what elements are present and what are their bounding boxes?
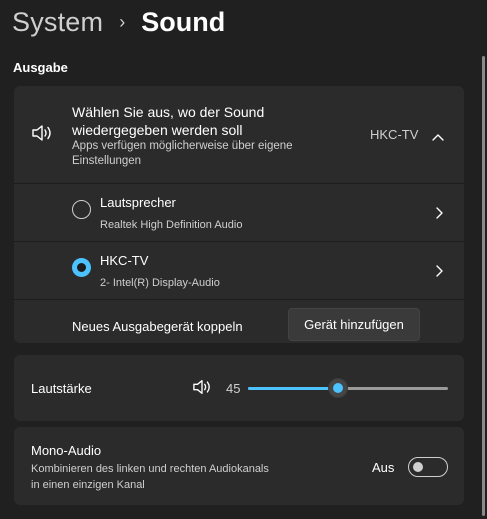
breadcrumb-separator: › bbox=[119, 11, 126, 32]
output-device-expander[interactable]: Wählen Sie aus, wo der Sound wiedergegeb… bbox=[14, 86, 464, 183]
device-name: Lautsprecher bbox=[100, 195, 176, 210]
chevron-right-icon[interactable] bbox=[435, 206, 443, 224]
speaker-icon bbox=[31, 123, 53, 148]
device-description: Realtek High Definition Audio bbox=[100, 219, 243, 231]
chevron-up-icon[interactable] bbox=[432, 128, 444, 146]
slider-thumb[interactable] bbox=[328, 378, 348, 398]
chevron-right-icon[interactable] bbox=[435, 264, 443, 282]
mono-audio-toggle[interactable] bbox=[408, 457, 448, 477]
mono-audio-title: Mono-Audio bbox=[31, 443, 102, 458]
volume-label: Lautstärke bbox=[31, 381, 92, 396]
device-name: HKC-TV bbox=[100, 253, 149, 268]
speaker-mute-icon[interactable] bbox=[192, 378, 212, 401]
breadcrumb: System › Sound bbox=[12, 4, 225, 40]
toggle-knob bbox=[413, 462, 423, 472]
volume-slider[interactable] bbox=[248, 378, 448, 398]
volume-card: Lautstärke 45 bbox=[14, 355, 464, 421]
breadcrumb-system[interactable]: System bbox=[12, 7, 103, 38]
pair-device-label: Neues Ausgabegerät koppeln bbox=[72, 319, 243, 334]
device-description: 2- Intel(R) Display-Audio bbox=[100, 277, 220, 289]
radio-lautsprecher[interactable] bbox=[72, 200, 91, 219]
mono-audio-description: Kombinieren des linken und rechten Audio… bbox=[31, 463, 269, 491]
section-title-output: Ausgabe bbox=[13, 60, 68, 75]
scrollbar[interactable] bbox=[482, 56, 485, 516]
slider-fill bbox=[248, 387, 338, 390]
output-title: Wählen Sie aus, wo der Sound wiedergegeb… bbox=[72, 104, 265, 138]
page-title: Sound bbox=[141, 6, 226, 37]
output-card: Wählen Sie aus, wo der Sound wiedergegeb… bbox=[14, 86, 464, 343]
selected-output-device: HKC-TV bbox=[370, 127, 419, 142]
device-row-lautsprecher[interactable]: Lautsprecher Realtek High Definition Aud… bbox=[14, 184, 464, 242]
radio-hkc-tv[interactable] bbox=[72, 258, 91, 277]
output-subtitle: Apps verfügen möglicherweise über eigene… bbox=[72, 140, 293, 167]
divider bbox=[14, 299, 464, 300]
volume-value: 45 bbox=[226, 381, 241, 396]
mono-audio-state: Aus bbox=[372, 460, 395, 475]
mono-audio-card: Mono-Audio Kombinieren des linken und re… bbox=[14, 427, 464, 505]
add-device-button[interactable]: Gerät hinzufügen bbox=[288, 308, 420, 341]
sound-settings-page: System › Sound Ausgabe Wählen Sie aus, w… bbox=[0, 0, 487, 519]
device-row-hkc-tv[interactable]: HKC-TV 2- Intel(R) Display-Audio bbox=[14, 242, 464, 300]
